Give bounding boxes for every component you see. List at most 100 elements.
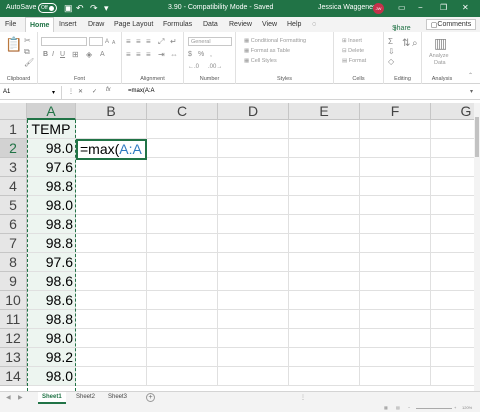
cell-a4[interactable]: 98.8 <box>27 177 76 196</box>
cell-d2[interactable] <box>218 139 289 158</box>
cell-c1[interactable] <box>147 120 218 139</box>
cell-b7[interactable] <box>76 234 147 253</box>
vertical-scroll-thumb[interactable] <box>475 117 479 157</box>
zoom-out-icon[interactable]: − <box>408 405 410 410</box>
cell-b12[interactable] <box>76 329 147 348</box>
cell-f2[interactable] <box>360 139 431 158</box>
lightbulb-icon[interactable]: ◌ <box>312 21 316 28</box>
cell-e13[interactable] <box>289 348 360 367</box>
paste-icon[interactable]: 📋 <box>5 37 22 51</box>
zoom-slider[interactable] <box>416 408 452 409</box>
cell-c2[interactable] <box>147 139 218 158</box>
format-as-table-button[interactable]: ▦ Format as Table <box>244 48 290 54</box>
insert-cells-button[interactable]: ⊞ Insert <box>342 38 362 44</box>
cell-c4[interactable] <box>147 177 218 196</box>
row-header-8[interactable]: 8 <box>0 253 27 272</box>
cell-e10[interactable] <box>289 291 360 310</box>
top-align-icon[interactable]: ≡ <box>126 38 131 46</box>
cell-b3[interactable] <box>76 158 147 177</box>
fill-icon[interactable]: ⇩ <box>388 48 395 56</box>
cell-b14[interactable] <box>76 367 147 386</box>
copy-icon[interactable]: ⧉ <box>24 48 30 56</box>
comments-button[interactable]: ▢ Comments <box>426 19 476 30</box>
tab-file[interactable]: File <box>5 21 16 28</box>
column-header-f[interactable]: F <box>360 103 431 120</box>
sheet-tab-sheet2[interactable]: Sheet2 <box>72 392 99 404</box>
cell-g8[interactable] <box>431 253 474 272</box>
delete-cells-button[interactable]: ⊟ Delete <box>342 48 364 54</box>
align-right-icon[interactable]: ≡ <box>146 51 151 59</box>
column-header-a[interactable]: A <box>27 103 76 120</box>
analyze-data-icon[interactable]: ▥ <box>434 36 447 50</box>
cell-d7[interactable] <box>218 234 289 253</box>
sheet-tab-sheet1[interactable]: Sheet1 <box>38 392 66 404</box>
cell-g12[interactable] <box>431 329 474 348</box>
page-layout-view-icon[interactable]: ▤ <box>396 405 400 410</box>
cell-d13[interactable] <box>218 348 289 367</box>
autosum-icon[interactable]: Σ <box>388 38 393 46</box>
cell-d11[interactable] <box>218 310 289 329</box>
cell-a9[interactable]: 98.6 <box>27 272 76 291</box>
analyze-data-label-2[interactable]: Data <box>434 60 446 66</box>
cell-c10[interactable] <box>147 291 218 310</box>
cell-f9[interactable] <box>360 272 431 291</box>
cell-d1[interactable] <box>218 120 289 139</box>
cell-a8[interactable]: 97.6 <box>27 253 76 272</box>
cell-f1[interactable] <box>360 120 431 139</box>
cell-f6[interactable] <box>360 215 431 234</box>
decrease-decimal-icon[interactable]: .00→ <box>208 63 222 71</box>
cell-d6[interactable] <box>218 215 289 234</box>
tab-data[interactable]: Data <box>203 21 218 28</box>
cell-b4[interactable] <box>76 177 147 196</box>
sheet-tab-sheet3[interactable]: Sheet3 <box>104 392 131 404</box>
cell-f7[interactable] <box>360 234 431 253</box>
active-cell-b2[interactable]: =max(A:A <box>76 139 147 160</box>
cell-a1[interactable]: TEMP <box>27 120 76 139</box>
column-header-b[interactable]: B <box>76 103 147 120</box>
expand-formula-icon[interactable]: ▾ <box>470 88 473 95</box>
tab-help[interactable]: Help <box>287 21 301 28</box>
cell-c7[interactable] <box>147 234 218 253</box>
cell-d14[interactable] <box>218 367 289 386</box>
tab-insert[interactable]: Insert <box>59 21 77 28</box>
column-header-c[interactable]: C <box>147 103 218 120</box>
redo-icon[interactable]: ↷ <box>90 3 98 13</box>
user-name[interactable]: Jessica Waggener <box>318 4 375 11</box>
normal-view-icon[interactable]: ▦ <box>384 405 388 410</box>
fill-color-icon[interactable]: ◈ <box>86 51 92 59</box>
enter-icon[interactable]: ✓ <box>92 88 97 95</box>
cell-a13[interactable]: 98.2 <box>27 348 76 367</box>
cell-b9[interactable] <box>76 272 147 291</box>
cell-b13[interactable] <box>76 348 147 367</box>
cell-c11[interactable] <box>147 310 218 329</box>
cell-a14[interactable]: 98.0 <box>27 367 76 386</box>
zoom-in-icon[interactable]: + <box>454 405 456 410</box>
increase-decimal-icon[interactable]: ←.0 <box>188 63 199 71</box>
avatar[interactable]: JW <box>373 3 384 14</box>
cell-e1[interactable] <box>289 120 360 139</box>
prev-sheet-icon[interactable]: ◀ <box>6 394 11 401</box>
cell-c8[interactable] <box>147 253 218 272</box>
cell-f4[interactable] <box>360 177 431 196</box>
cell-f5[interactable] <box>360 196 431 215</box>
italic-icon[interactable]: I <box>52 51 54 59</box>
cell-g5[interactable] <box>431 196 474 215</box>
row-header-1[interactable]: 1 <box>0 120 27 139</box>
column-header-e[interactable]: E <box>289 103 360 120</box>
comma-icon[interactable]: , <box>210 51 212 59</box>
next-sheet-icon[interactable]: ▶ <box>18 394 23 401</box>
cell-g10[interactable] <box>431 291 474 310</box>
format-painter-icon[interactable]: 🖌 <box>24 59 34 67</box>
cell-c12[interactable] <box>147 329 218 348</box>
tab-draw[interactable]: Draw <box>88 21 104 28</box>
cell-f11[interactable] <box>360 310 431 329</box>
cell-e7[interactable] <box>289 234 360 253</box>
cell-g1[interactable] <box>431 120 474 139</box>
tab-view[interactable]: View <box>262 21 277 28</box>
underline-icon[interactable]: U <box>60 51 65 59</box>
cell-g13[interactable] <box>431 348 474 367</box>
cell-b6[interactable] <box>76 215 147 234</box>
row-header-3[interactable]: 3 <box>0 158 27 177</box>
cell-styles-button[interactable]: ▦ Cell Styles <box>244 58 277 64</box>
save-icon[interactable]: ▣ <box>64 3 73 13</box>
